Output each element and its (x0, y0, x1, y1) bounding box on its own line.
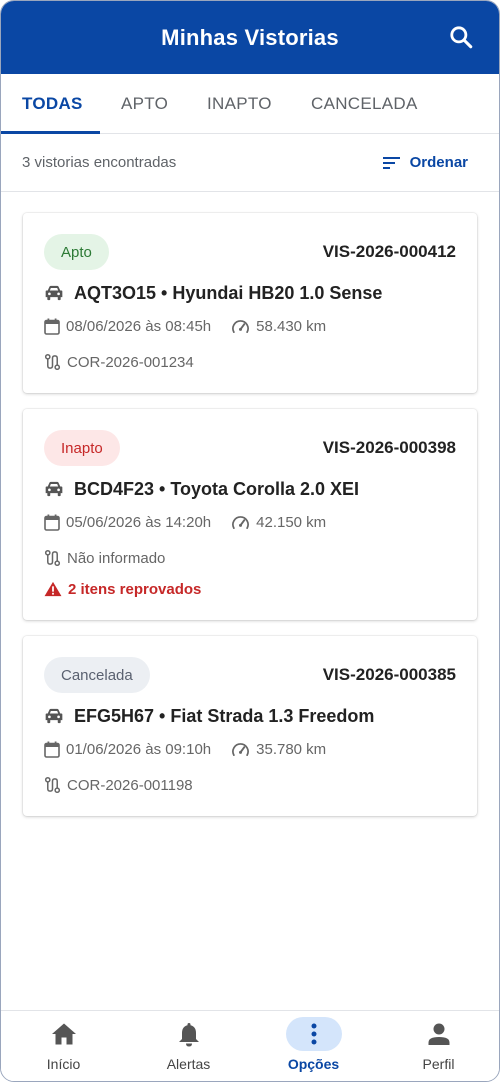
tab-apto[interactable]: APTO (121, 74, 168, 134)
results-count: 3 vistorias encontradas (22, 154, 177, 171)
route-icon (44, 353, 61, 371)
tab-label: APTO (121, 94, 169, 113)
sort-icon (382, 156, 400, 169)
route-code: Não informado (67, 549, 166, 567)
status-badge: Apto (44, 234, 109, 270)
sort-button[interactable]: Ordenar (382, 154, 468, 171)
car-icon (44, 284, 64, 302)
inspection-date: 01/06/2026 às 09:10h (66, 740, 212, 758)
tab-label: CANCELADA (311, 94, 418, 113)
tab-indicator (1, 131, 100, 134)
vehicle-info: EFG5H67 • Fiat Strada 1.3 Freedom (74, 705, 375, 726)
nav-item-opcoes[interactable]: Opções (251, 1011, 376, 1081)
route-code: COR-2026-001198 (67, 776, 193, 794)
nav-label: Perfil (422, 1056, 455, 1072)
warning-icon (44, 581, 62, 597)
inspection-code: VIS-2026-000412 (322, 242, 456, 261)
status-badge: Inapto (44, 430, 120, 466)
sort-label: Ordenar (409, 154, 468, 171)
odometer: 58.430 km (256, 317, 327, 335)
nav-label: Alertas (166, 1056, 211, 1072)
speedometer-icon (231, 514, 250, 531)
route-code: COR-2026-001234 (67, 353, 194, 371)
nav-label: Início (46, 1056, 81, 1072)
calendar-icon (44, 741, 60, 758)
tab-inapto[interactable]: INAPTO (207, 74, 272, 134)
person-icon (428, 1023, 449, 1045)
more-vertical-icon (311, 1023, 316, 1045)
nav-label: Opções (287, 1056, 340, 1072)
filter-tabs: TODAS APTO INAPTO CANCELADA (1, 74, 499, 134)
tab-cancelada[interactable]: CANCELADA (311, 74, 418, 134)
route-icon (44, 549, 61, 567)
inspection-date: 08/06/2026 às 08:45h (66, 317, 212, 335)
inspection-code: VIS-2026-000385 (322, 665, 456, 684)
inspection-list: Apto VIS-2026-000412 AQT3O15 • Hyundai H… (1, 192, 499, 816)
app-frame: Minhas Vistorias TODAS APTO INAPTO CANCE… (0, 0, 500, 1082)
calendar-icon (44, 514, 60, 531)
speedometer-icon (231, 741, 250, 758)
nav-item-inicio[interactable]: Início (1, 1011, 126, 1081)
inspection-date: 05/06/2026 às 14:20h (66, 513, 212, 531)
status-badge: Cancelada (44, 657, 150, 693)
search-icon (450, 26, 473, 49)
car-icon (44, 707, 64, 725)
inspection-card[interactable]: Apto VIS-2026-000412 AQT3O15 • Hyundai H… (23, 213, 477, 393)
inspection-card[interactable]: Inapto VIS-2026-000398 BCD4F23 • Toyota … (23, 409, 477, 620)
app-bar: Minhas Vistorias (1, 1, 499, 74)
nav-item-alertas[interactable]: Alertas (126, 1011, 251, 1081)
nav-item-perfil[interactable]: Perfil (376, 1011, 499, 1081)
route-icon (44, 776, 61, 794)
bottom-navigation: Início Alertas Opções Perfil (1, 1010, 499, 1081)
inspection-card[interactable]: Cancelada VIS-2026-000385 EFG5H67 • Fiat… (23, 636, 477, 816)
page-title: Minhas Vistorias (161, 24, 339, 50)
car-icon (44, 480, 64, 498)
results-summary: 3 vistorias encontradas Ordenar (1, 134, 499, 192)
tab-todas[interactable]: TODAS (22, 74, 83, 134)
calendar-icon (44, 318, 60, 335)
odometer: 42.150 km (256, 513, 327, 531)
failed-items-alert: 2 itens reprovados (68, 580, 202, 598)
vehicle-info: BCD4F23 • Toyota Corolla 2.0 XEI (74, 478, 360, 499)
tab-label: INAPTO (207, 94, 272, 113)
speedometer-icon (231, 318, 250, 335)
odometer: 35.780 km (256, 740, 327, 758)
home-icon (51, 1023, 76, 1045)
bell-icon (178, 1023, 199, 1047)
inspection-code: VIS-2026-000398 (322, 438, 456, 457)
vehicle-info: AQT3O15 • Hyundai HB20 1.0 Sense (74, 282, 383, 303)
tab-label: TODAS (22, 94, 83, 113)
search-button[interactable] (447, 23, 475, 51)
